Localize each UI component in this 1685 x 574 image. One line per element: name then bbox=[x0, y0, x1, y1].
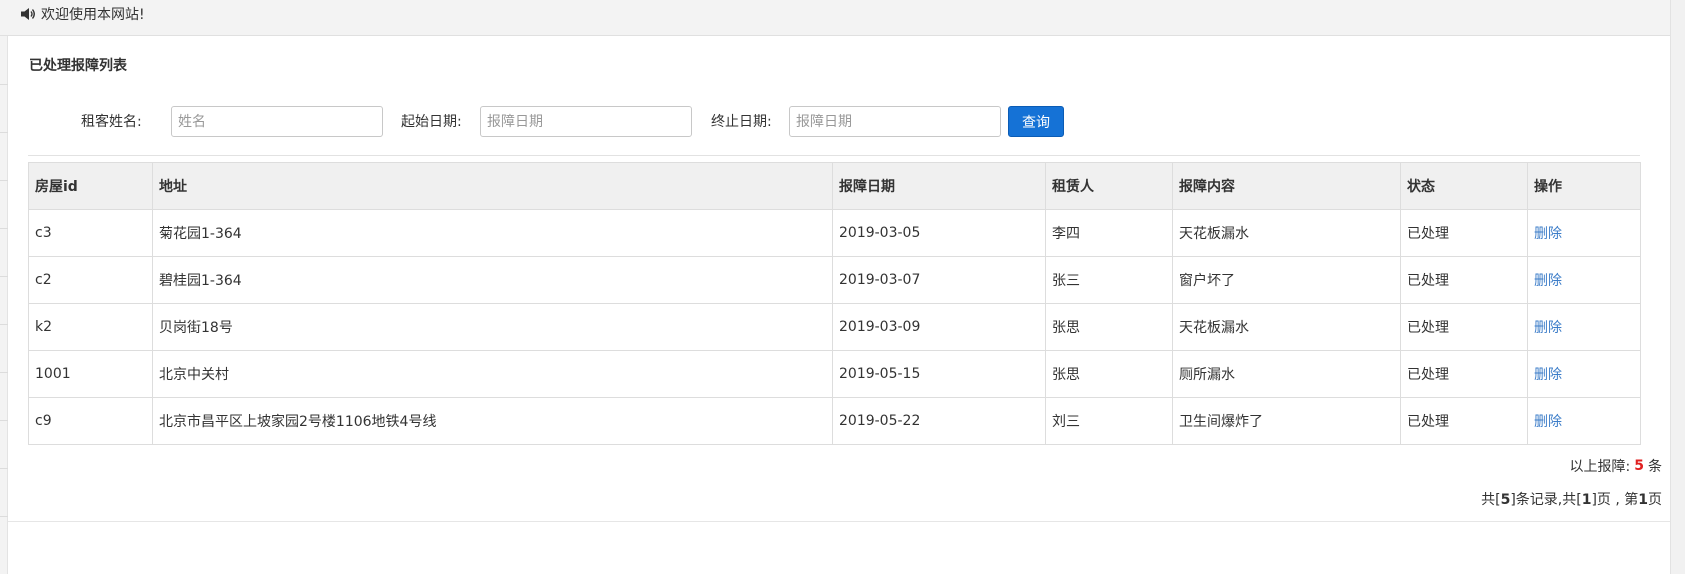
current-page: 1 bbox=[1638, 492, 1648, 508]
sidebar-divider bbox=[0, 372, 8, 373]
speaker-icon bbox=[21, 8, 35, 20]
summary-prefix: 以上报障: bbox=[1569, 459, 1631, 475]
pagination-text: ]页 , 第 bbox=[1591, 492, 1639, 508]
content-panel: 已处理报障列表 租客姓名: 起始日期: 终止日期: 查询 bbox=[8, 36, 1670, 522]
welcome-message: 欢迎使用本网站! bbox=[20, 4, 145, 24]
table-header-row: 房屋id 地址 报障日期 租赁人 报障内容 状态 操作 bbox=[28, 162, 1641, 210]
top-notice-bar: 欢迎使用本网站! bbox=[0, 0, 1685, 36]
report-date-cell: 2019-05-15 bbox=[832, 350, 1046, 398]
report-date-cell: 2019-03-09 bbox=[832, 303, 1046, 351]
sidebar-divider bbox=[0, 180, 8, 181]
sidebar-divider bbox=[0, 84, 8, 85]
address-cell: 贝岗街18号 bbox=[152, 303, 833, 351]
end-date-label: 终止日期: bbox=[711, 114, 772, 130]
processed-reports-table: 房屋id 地址 报障日期 租赁人 报障内容 状态 操作 c3 菊花园1-364 … bbox=[28, 162, 1641, 445]
tenant-cell: 张思 bbox=[1045, 303, 1173, 351]
report-content-cell: 卫生间爆炸了 bbox=[1172, 397, 1401, 445]
report-count: 5 bbox=[1634, 458, 1644, 474]
status-cell: 已处理 bbox=[1400, 256, 1528, 304]
address-cell: 碧桂园1-364 bbox=[152, 256, 833, 304]
table-row: 1001 北京中关村 2019-05-15 张思 厕所漏水 已处理 删除 bbox=[28, 350, 1641, 398]
tenant-cell: 李四 bbox=[1045, 209, 1173, 257]
column-header-actions: 操作 bbox=[1527, 162, 1641, 210]
vertical-scrollbar[interactable] bbox=[1670, 0, 1685, 574]
start-date-input[interactable] bbox=[480, 106, 692, 137]
address-cell: 北京中关村 bbox=[152, 350, 833, 398]
delete-link[interactable]: 删除 bbox=[1534, 367, 1562, 383]
sidebar-divider bbox=[0, 324, 8, 325]
sidebar-divider bbox=[0, 276, 8, 277]
search-form: 租客姓名: 起始日期: 终止日期: 查询 bbox=[8, 106, 1670, 140]
table-row: c3 菊花园1-364 2019-03-05 李四 天花板漏水 已处理 删除 bbox=[28, 209, 1641, 257]
tenant-name-label: 租客姓名: bbox=[81, 114, 142, 130]
pagination-text: 页 bbox=[1648, 492, 1662, 508]
tenant-cell: 张三 bbox=[1045, 256, 1173, 304]
column-header-status: 状态 bbox=[1400, 162, 1528, 210]
delete-link[interactable]: 删除 bbox=[1534, 273, 1562, 289]
column-header-address: 地址 bbox=[152, 162, 833, 210]
table-row: k2 贝岗街18号 2019-03-09 张思 天花板漏水 已处理 删除 bbox=[28, 303, 1641, 351]
report-content-cell: 厕所漏水 bbox=[1172, 350, 1401, 398]
delete-link[interactable]: 删除 bbox=[1534, 320, 1562, 336]
page-root: 欢迎使用本网站! 已处理报障列表 租客姓名: 起始日期: 终止日期: 查询 bbox=[0, 0, 1685, 574]
house-id-cell: c9 bbox=[28, 397, 153, 445]
tenant-name-input[interactable] bbox=[171, 106, 383, 137]
status-cell: 已处理 bbox=[1400, 350, 1528, 398]
report-count-summary: 以上报障: 5 条 bbox=[1570, 456, 1662, 476]
house-id-cell: c3 bbox=[28, 209, 153, 257]
action-cell: 删除 bbox=[1527, 256, 1641, 304]
left-sidebar-edge bbox=[0, 36, 8, 574]
search-button[interactable]: 查询 bbox=[1008, 106, 1064, 137]
tenant-cell: 张思 bbox=[1045, 350, 1173, 398]
column-header-tenant: 租赁人 bbox=[1045, 162, 1173, 210]
sidebar-divider bbox=[0, 516, 8, 517]
delete-link[interactable]: 删除 bbox=[1534, 226, 1562, 242]
action-cell: 删除 bbox=[1527, 350, 1641, 398]
address-cell: 菊花园1-364 bbox=[152, 209, 833, 257]
column-header-house-id: 房屋id bbox=[28, 162, 153, 210]
report-content-cell: 天花板漏水 bbox=[1172, 303, 1401, 351]
column-header-report-content: 报障内容 bbox=[1172, 162, 1401, 210]
pagination-info: 共[5]条记录,共[1]页 , 第1页 bbox=[1481, 489, 1662, 509]
end-date-input[interactable] bbox=[789, 106, 1001, 137]
sidebar-divider bbox=[0, 420, 8, 421]
house-id-cell: 1001 bbox=[28, 350, 153, 398]
report-content-cell: 窗户坏了 bbox=[1172, 256, 1401, 304]
total-records: 5 bbox=[1500, 492, 1511, 508]
house-id-cell: c2 bbox=[28, 256, 153, 304]
sidebar-divider bbox=[0, 468, 8, 469]
status-cell: 已处理 bbox=[1400, 209, 1528, 257]
summary-suffix: 条 bbox=[1648, 459, 1662, 475]
status-cell: 已处理 bbox=[1400, 303, 1528, 351]
action-cell: 删除 bbox=[1527, 209, 1641, 257]
delete-link[interactable]: 删除 bbox=[1534, 414, 1562, 430]
report-date-cell: 2019-03-07 bbox=[832, 256, 1046, 304]
welcome-text: 欢迎使用本网站! bbox=[41, 7, 145, 23]
action-cell: 删除 bbox=[1527, 303, 1641, 351]
sidebar-divider bbox=[0, 132, 8, 133]
sidebar-divider bbox=[0, 228, 8, 229]
page-title: 已处理报障列表 bbox=[29, 58, 127, 74]
column-header-report-date: 报障日期 bbox=[832, 162, 1046, 210]
tenant-cell: 刘三 bbox=[1045, 397, 1173, 445]
report-date-cell: 2019-05-22 bbox=[832, 397, 1046, 445]
address-cell: 北京市昌平区上坡家园2号楼1106地铁4号线 bbox=[152, 397, 833, 445]
table-row: c9 北京市昌平区上坡家园2号楼1106地铁4号线 2019-05-22 刘三 … bbox=[28, 397, 1641, 445]
section-divider bbox=[28, 155, 1640, 156]
house-id-cell: k2 bbox=[28, 303, 153, 351]
pagination-text: ]条记录,共[ bbox=[1510, 492, 1582, 508]
report-content-cell: 天花板漏水 bbox=[1172, 209, 1401, 257]
status-cell: 已处理 bbox=[1400, 397, 1528, 445]
pagination-text: 共[ bbox=[1481, 492, 1501, 508]
report-date-cell: 2019-03-05 bbox=[832, 209, 1046, 257]
action-cell: 删除 bbox=[1527, 397, 1641, 445]
start-date-label: 起始日期: bbox=[401, 114, 462, 130]
total-pages: 1 bbox=[1581, 492, 1592, 508]
table-row: c2 碧桂园1-364 2019-03-07 张三 窗户坏了 已处理 删除 bbox=[28, 256, 1641, 304]
